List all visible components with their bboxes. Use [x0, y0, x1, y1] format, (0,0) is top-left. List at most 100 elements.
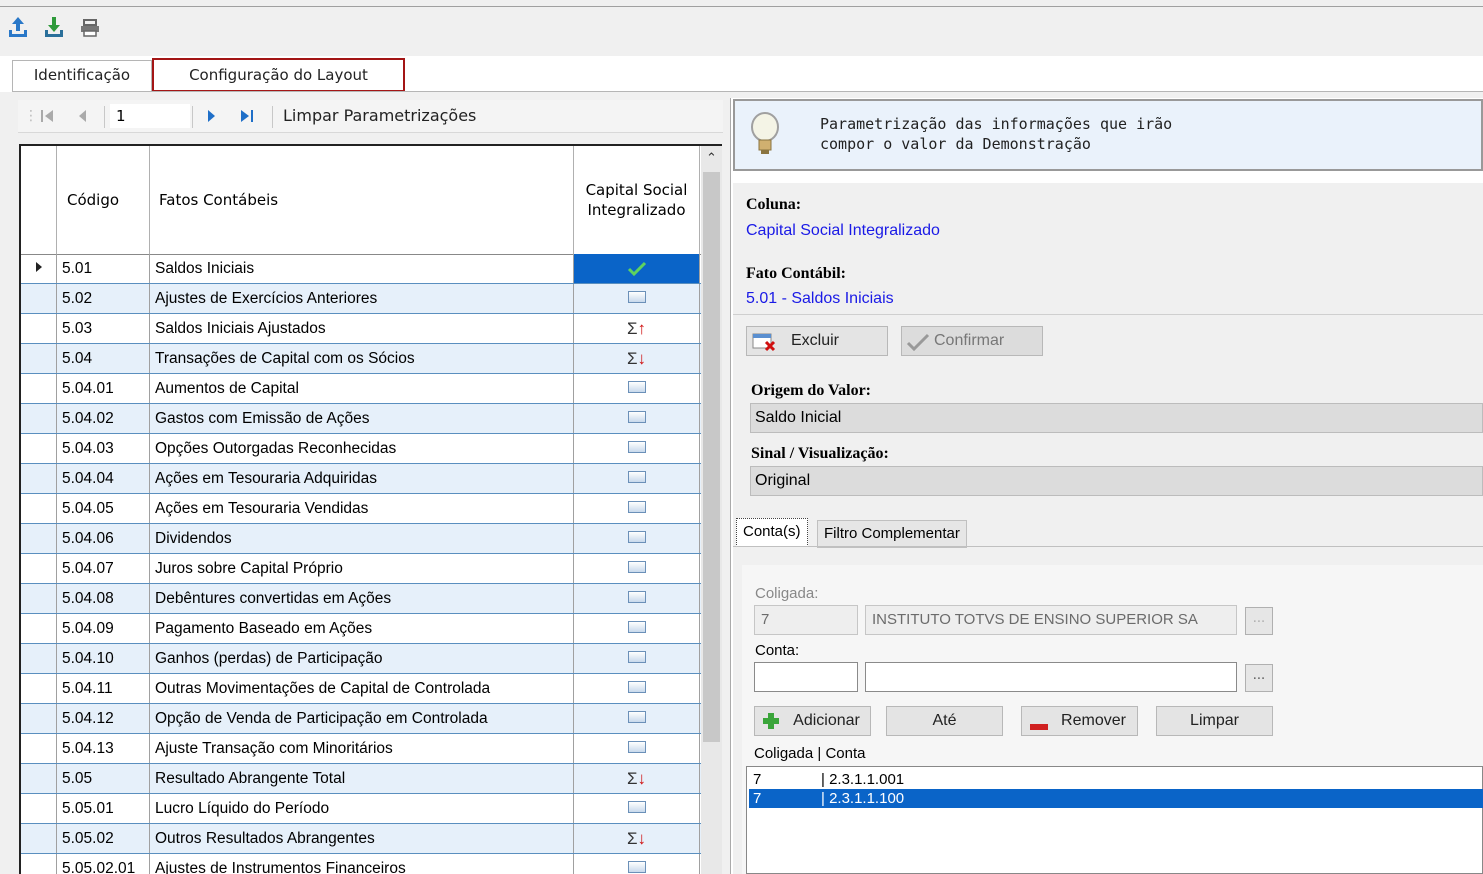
cell-codigo[interactable]: 5.04.11: [57, 674, 150, 703]
row-indicator[interactable]: [21, 254, 57, 283]
row-indicator[interactable]: [21, 764, 57, 793]
table-row[interactable]: 5.04.08 Debêntures convertidas em Ações: [21, 584, 701, 614]
cell-capital-social[interactable]: [574, 704, 700, 733]
row-indicator[interactable]: [21, 314, 57, 343]
cell-codigo[interactable]: 5.01: [57, 254, 150, 283]
cell-fato-contabil[interactable]: Saldos Iniciais Ajustados: [150, 314, 574, 343]
cell-codigo[interactable]: 5.05.02: [57, 824, 150, 853]
cell-codigo[interactable]: 5.04.04: [57, 464, 150, 493]
cell-capital-social[interactable]: [574, 644, 700, 673]
table-row[interactable]: 5.05.01 Lucro Líquido do Período: [21, 794, 701, 824]
cell-capital-social[interactable]: [574, 854, 700, 874]
table-row[interactable]: 5.03 Saldos Iniciais Ajustados Σ↑: [21, 314, 701, 344]
clear-parameters-button[interactable]: Limpar Parametrizações: [283, 104, 476, 128]
row-indicator[interactable]: [21, 824, 57, 853]
cell-codigo[interactable]: 5.03: [57, 314, 150, 343]
cell-fato-contabil[interactable]: Ações em Tesouraria Adquiridas: [150, 464, 574, 493]
cell-capital-social[interactable]: [574, 434, 700, 463]
cell-fato-contabil[interactable]: Outras Movimentações de Capital de Contr…: [150, 674, 574, 703]
cell-codigo[interactable]: 5.05.02.01: [57, 854, 150, 874]
list-item-selected[interactable]: 7 | 2.3.1.1.100: [749, 789, 1483, 808]
previous-record-icon[interactable]: [72, 104, 94, 128]
table-row[interactable]: 5.04.13 Ajuste Transação com Minoritários: [21, 734, 701, 764]
table-row[interactable]: 5.04.02 Gastos com Emissão de Ações: [21, 404, 701, 434]
row-indicator[interactable]: [21, 554, 57, 583]
cell-fato-contabil[interactable]: Lucro Líquido do Período: [150, 794, 574, 823]
cell-codigo[interactable]: 5.04.12: [57, 704, 150, 733]
ate-button[interactable]: Até: [886, 706, 1003, 736]
row-indicator[interactable]: [21, 464, 57, 493]
cell-fato-contabil[interactable]: Transações de Capital com os Sócios: [150, 344, 574, 373]
cell-fato-contabil[interactable]: Aumentos de Capital: [150, 374, 574, 403]
row-indicator[interactable]: [21, 704, 57, 733]
cell-fato-contabil[interactable]: Ganhos (perdas) de Participação: [150, 644, 574, 673]
header-capital-social[interactable]: Capital Social Integralizado: [574, 146, 700, 254]
cell-codigo[interactable]: 5.04.06: [57, 524, 150, 553]
row-indicator[interactable]: [21, 404, 57, 433]
cell-codigo[interactable]: 5.04: [57, 344, 150, 373]
cell-codigo[interactable]: 5.04.02: [57, 404, 150, 433]
coligada-name-field[interactable]: INSTITUTO TOTVS DE ENSINO SUPERIOR SA: [865, 605, 1237, 635]
cell-capital-social[interactable]: [574, 254, 700, 283]
cell-fato-contabil[interactable]: Ajuste Transação com Minoritários: [150, 734, 574, 763]
cell-fato-contabil[interactable]: Resultado Abrangente Total: [150, 764, 574, 793]
row-indicator[interactable]: [21, 344, 57, 373]
row-indicator[interactable]: [21, 524, 57, 553]
cell-fato-contabil[interactable]: Debêntures convertidas em Ações: [150, 584, 574, 613]
conta-lookup-button[interactable]: ...: [1245, 664, 1273, 692]
limpar-button[interactable]: Limpar: [1156, 706, 1273, 736]
cell-fato-contabil[interactable]: Ajustes de Instrumentos Financeiros: [150, 854, 574, 874]
row-indicator[interactable]: [21, 434, 57, 463]
cell-fato-contabil[interactable]: Ajustes de Exercícios Anteriores: [150, 284, 574, 313]
header-codigo[interactable]: Código: [57, 146, 150, 254]
row-indicator[interactable]: [21, 374, 57, 403]
row-indicator[interactable]: [21, 854, 57, 874]
cell-capital-social[interactable]: [574, 464, 700, 493]
tab-identificacao[interactable]: Identificação: [12, 60, 152, 91]
cell-capital-social[interactable]: Σ↑: [574, 314, 700, 343]
cell-fato-contabil[interactable]: Saldos Iniciais: [150, 254, 574, 283]
row-indicator[interactable]: [21, 284, 57, 313]
cell-fato-contabil[interactable]: Opções Outorgadas Reconhecidas: [150, 434, 574, 463]
tab-configuracao-layout[interactable]: Configuração do Layout: [152, 58, 405, 92]
cell-fato-contabil[interactable]: Dividendos: [150, 524, 574, 553]
row-indicator[interactable]: [21, 674, 57, 703]
tab-filtro-complementar[interactable]: Filtro Complementar: [817, 520, 967, 548]
table-row[interactable]: 5.04.09 Pagamento Baseado em Ações: [21, 614, 701, 644]
coligada-lookup-button[interactable]: ...: [1245, 607, 1273, 635]
coligada-code-field[interactable]: 7: [754, 605, 858, 635]
table-row[interactable]: 5.02 Ajustes de Exercícios Anteriores: [21, 284, 701, 314]
print-icon[interactable]: [78, 14, 102, 40]
grid-scroll-thumb[interactable]: [703, 172, 720, 742]
cell-capital-social[interactable]: [574, 494, 700, 523]
next-record-icon[interactable]: [200, 104, 222, 128]
table-row[interactable]: 5.04.06 Dividendos: [21, 524, 701, 554]
cell-capital-social[interactable]: [574, 674, 700, 703]
conta-name-input[interactable]: [865, 662, 1237, 692]
table-row[interactable]: 5.04.07 Juros sobre Capital Próprio: [21, 554, 701, 584]
account-list[interactable]: 7 | 2.3.1.1.001 7 | 2.3.1.1.100: [746, 766, 1483, 874]
row-indicator[interactable]: [21, 614, 57, 643]
cell-capital-social[interactable]: [574, 524, 700, 553]
row-indicator[interactable]: [21, 584, 57, 613]
cell-codigo[interactable]: 5.05: [57, 764, 150, 793]
table-row[interactable]: 5.04 Transações de Capital com os Sócios Σ…: [21, 344, 701, 374]
table-row[interactable]: 5.04.03 Opções Outorgadas Reconhecidas: [21, 434, 701, 464]
first-record-icon[interactable]: [36, 104, 58, 128]
table-row[interactable]: 5.04.05 Ações em Tesouraria Vendidas: [21, 494, 701, 524]
table-row[interactable]: 5.04.11 Outras Movimentações de Capital d…: [21, 674, 701, 704]
table-row[interactable]: 5.04.01 Aumentos de Capital: [21, 374, 701, 404]
cell-capital-social[interactable]: [574, 404, 700, 433]
list-item[interactable]: 7 | 2.3.1.1.001: [749, 770, 1483, 789]
header-fatos-contabeis[interactable]: Fatos Contábeis: [150, 146, 574, 254]
cell-fato-contabil[interactable]: Opção de Venda de Participação em Contro…: [150, 704, 574, 733]
table-row[interactable]: 5.05.02 Outros Resultados Abrangentes Σ↓: [21, 824, 701, 854]
cell-capital-social[interactable]: Σ↓: [574, 824, 700, 853]
cell-fato-contabil[interactable]: Gastos com Emissão de Ações: [150, 404, 574, 433]
cell-capital-social[interactable]: [574, 734, 700, 763]
cell-fato-contabil[interactable]: Ações em Tesouraria Vendidas: [150, 494, 574, 523]
row-indicator[interactable]: [21, 794, 57, 823]
cell-codigo[interactable]: 5.04.05: [57, 494, 150, 523]
scroll-up-icon[interactable]: ⌃: [701, 148, 722, 170]
cell-codigo[interactable]: 5.04.03: [57, 434, 150, 463]
